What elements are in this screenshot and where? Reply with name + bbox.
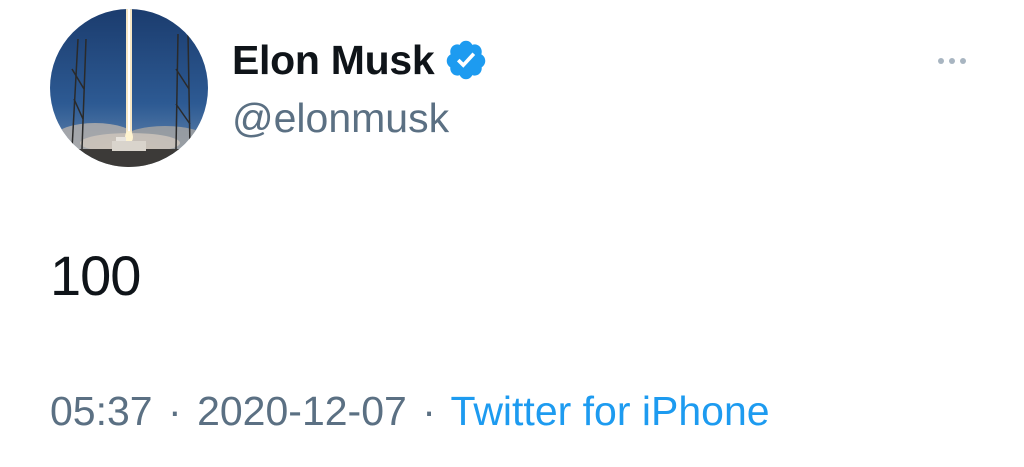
meta-separator: · bbox=[422, 388, 436, 434]
more-dot bbox=[949, 58, 955, 64]
author-avatar[interactable] bbox=[50, 9, 208, 167]
author-handle[interactable]: @elonmusk bbox=[232, 92, 449, 144]
tweet-time[interactable]: 05:37 bbox=[50, 388, 153, 434]
author-display-name[interactable]: Elon Musk bbox=[232, 34, 435, 86]
tweet-card: Elon Musk @elonmusk 100 05:37 · 2020-12-… bbox=[0, 0, 1024, 467]
author-name-row: Elon Musk bbox=[232, 34, 488, 86]
more-dot bbox=[938, 58, 944, 64]
tweet-date[interactable]: 2020-12-07 bbox=[197, 388, 407, 434]
more-dot bbox=[960, 58, 966, 64]
tweet-meta: 05:37 · 2020-12-07 · Twitter for iPhone bbox=[50, 385, 770, 437]
more-options-icon[interactable] bbox=[928, 47, 976, 75]
meta-separator: · bbox=[168, 388, 182, 434]
tweet-text: 100 bbox=[50, 244, 141, 307]
verified-badge-icon bbox=[444, 38, 488, 82]
rocket-launch-avatar-icon bbox=[50, 9, 208, 167]
tweet-source-link[interactable]: Twitter for iPhone bbox=[451, 388, 770, 434]
